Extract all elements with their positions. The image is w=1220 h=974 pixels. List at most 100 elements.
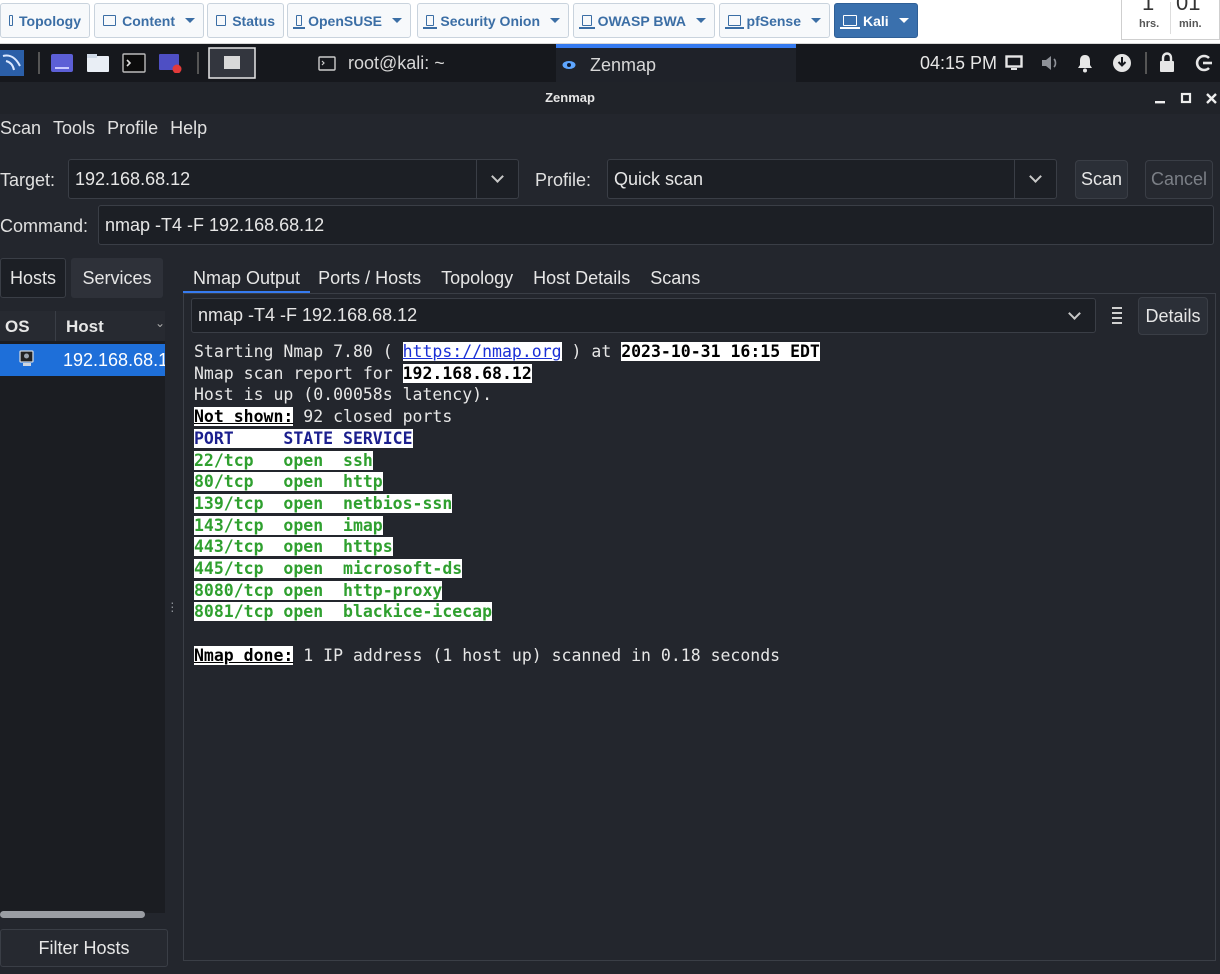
menu-profile[interactable]: Profile xyxy=(107,118,158,150)
lab-nav-topology[interactable]: Topology xyxy=(0,3,90,38)
menu-bar: Scan Tools Profile Help xyxy=(0,118,219,150)
close-icon[interactable] xyxy=(1205,92,1218,105)
bell-icon[interactable] xyxy=(1076,53,1094,73)
nmap-link[interactable]: https://nmap.org xyxy=(402,342,562,361)
chart-icon xyxy=(216,15,227,26)
port-line: 22/tcp open ssh xyxy=(194,450,373,470)
report-ip: 192.168.68.12 xyxy=(402,363,532,383)
port-line: 445/tcp open microsoft-ds xyxy=(194,559,463,579)
caret-down-icon xyxy=(550,18,560,23)
laptop-icon xyxy=(579,15,595,29)
details-button[interactable]: Details xyxy=(1138,297,1208,335)
target-combo[interactable]: 192.168.68.12 xyxy=(68,159,519,199)
port-line: 143/tcp open imap xyxy=(194,515,383,535)
timer-hours-label: hrs. xyxy=(1139,18,1160,30)
lab-nav-kali[interactable]: Kali xyxy=(834,3,918,38)
caret-down-icon xyxy=(811,18,821,23)
profile-label: Profile: xyxy=(535,170,592,190)
window-title: Zenmap xyxy=(545,90,595,105)
lock-icon[interactable] xyxy=(1158,52,1176,73)
tab-services[interactable]: Services xyxy=(71,258,163,298)
profile-combo[interactable]: Quick scan xyxy=(607,159,1057,199)
chevron-down-icon xyxy=(1068,306,1081,320)
port-line: 8080/tcp open http-proxy xyxy=(194,580,443,600)
tab-host-details[interactable]: Host Details xyxy=(523,262,640,294)
target-input[interactable]: 192.168.68.12 xyxy=(75,169,190,190)
window-titlebar[interactable]: Zenmap xyxy=(0,82,1220,114)
update-icon[interactable] xyxy=(1112,53,1132,73)
session-timer: 1 hrs. 01 min. xyxy=(1121,0,1220,40)
tab-ports-hosts[interactable]: Ports / Hosts xyxy=(310,262,431,294)
column-host[interactable]: Host xyxy=(66,317,104,337)
volume-icon[interactable] xyxy=(1040,54,1060,72)
screen-recorder-icon[interactable] xyxy=(158,53,182,73)
caret-down-icon xyxy=(185,18,195,23)
column-os[interactable]: OS xyxy=(5,317,30,337)
pane-splitter-handle[interactable]: · · · xyxy=(170,595,175,617)
task-terminal[interactable]: root@kali: ~ xyxy=(306,44,551,82)
timer-hours: 1 xyxy=(1142,0,1155,15)
lab-nav-status[interactable]: Status xyxy=(207,3,284,38)
display-icon[interactable] xyxy=(1005,55,1023,71)
menu-tools[interactable]: Tools xyxy=(53,118,95,150)
command-label: Command: xyxy=(0,216,89,236)
terminal-icon[interactable] xyxy=(122,53,146,73)
tab-scans[interactable]: Scans xyxy=(640,262,710,294)
laptop-icon xyxy=(725,15,743,29)
host-row[interactable]: 192.168.68.12 xyxy=(0,344,165,376)
host-list-scrollbar[interactable] xyxy=(0,911,145,918)
caret-down-icon xyxy=(898,18,909,23)
output-selector-dropdown[interactable] xyxy=(1068,299,1081,332)
caret-down-icon xyxy=(696,18,706,23)
highlight-menu-icon[interactable] xyxy=(1112,307,1122,327)
tab-topology[interactable]: Topology xyxy=(431,262,523,294)
sort-icon: ⌄ xyxy=(155,316,166,330)
eye-icon xyxy=(562,61,576,69)
output-line-not-shown: Not shown: 92 closed ports xyxy=(194,407,453,427)
terminal-icon xyxy=(318,55,336,71)
logout-icon[interactable] xyxy=(1194,53,1214,73)
laptop-icon xyxy=(422,15,439,29)
menu-scan[interactable]: Scan xyxy=(0,118,41,150)
target-dropdown-button[interactable] xyxy=(476,160,518,198)
tab-hosts[interactable]: Hosts xyxy=(0,258,66,298)
port-line: 139/tcp open netbios-ssn xyxy=(194,493,453,513)
output-line-host-up: Host is up (0.00058s latency). xyxy=(194,385,493,405)
laptop-icon xyxy=(292,15,306,29)
host-list: OS Host ⌄ 192.168.68.12 xyxy=(0,311,165,913)
scan-button[interactable]: Scan xyxy=(1075,160,1128,199)
lab-nav-opensuse[interactable]: OpenSUSE xyxy=(287,3,411,38)
profile-dropdown-button[interactable] xyxy=(1014,160,1056,198)
profile-value: Quick scan xyxy=(614,168,704,189)
output-line-start: Starting Nmap 7.80 ( https://nmap.org ) … xyxy=(194,342,820,361)
workspace-icon[interactable] xyxy=(50,53,74,73)
output-line-done: Nmap done: 1 IP address (1 host up) scan… xyxy=(194,645,781,665)
cancel-button[interactable]: Cancel xyxy=(1145,160,1213,199)
screen: Topology Content Status OpenSUSE Securit… xyxy=(0,0,1220,974)
clock[interactable]: 04:15 PM xyxy=(920,44,997,82)
timer-minutes: 01 xyxy=(1176,0,1201,15)
timer-minutes-label: min. xyxy=(1179,18,1202,30)
minimize-icon[interactable] xyxy=(1154,93,1166,105)
laptop-icon xyxy=(840,15,860,29)
lab-nav-pfsense[interactable]: pfSense xyxy=(719,3,830,38)
lab-nav-security-onion[interactable]: Security Onion xyxy=(417,3,569,38)
filter-hosts-button[interactable]: Filter Hosts xyxy=(0,929,168,967)
command-input[interactable]: nmap -T4 -F 192.168.68.12 xyxy=(98,205,1214,245)
tab-nmap-output[interactable]: Nmap Output xyxy=(183,262,311,294)
output-scan-selector[interactable]: nmap -T4 -F 192.168.68.12 xyxy=(191,298,1096,333)
file-manager-icon[interactable] xyxy=(86,53,110,73)
lab-nav-content[interactable]: Content xyxy=(94,3,204,38)
host-ip: 192.168.68.12 xyxy=(63,350,165,370)
task-zenmap[interactable]: Zenmap xyxy=(556,44,796,82)
target-label: Target: xyxy=(0,170,56,190)
host-list-header: OS Host ⌄ xyxy=(0,311,165,341)
book-icon xyxy=(103,15,117,26)
maximize-icon[interactable] xyxy=(1180,92,1192,104)
kali-menu-icon[interactable] xyxy=(0,50,24,76)
lab-nav-owasp-bwa[interactable]: OWASP BWA xyxy=(573,3,715,38)
taskbar: root@kali: ~ Zenmap 04:15 PM xyxy=(0,44,1220,82)
show-desktop-icon[interactable] xyxy=(208,47,256,79)
menu-help[interactable]: Help xyxy=(170,118,207,150)
output-line-report: Nmap scan report for 192.168.68.12 xyxy=(194,363,532,383)
